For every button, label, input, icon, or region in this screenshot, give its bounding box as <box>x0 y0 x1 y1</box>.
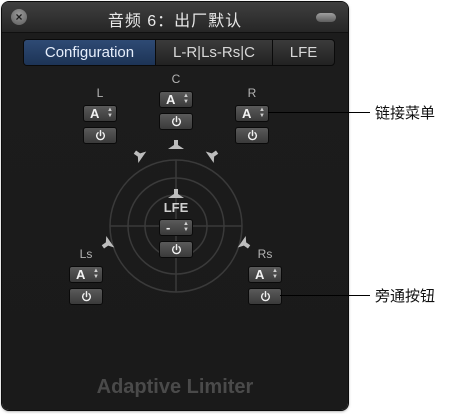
link-menu-c[interactable]: A ▲ ▼ <box>159 91 193 108</box>
up-down-arrows-icon: ▲ ▼ <box>93 268 99 280</box>
link-menu-value: A <box>166 92 176 107</box>
speaker-icon <box>101 235 115 249</box>
channel-label-rs: Rs <box>257 247 273 261</box>
power-icon <box>247 130 258 141</box>
speaker-icon <box>205 150 219 164</box>
speaker-icon <box>168 189 184 198</box>
up-down-arrows-icon: ▲ ▼ <box>107 107 113 119</box>
callout-line-link-menu <box>268 112 370 113</box>
link-menu-lfe[interactable]: - ▲ ▼ <box>159 219 193 236</box>
power-icon <box>260 291 271 302</box>
link-menu-value: A <box>76 267 86 282</box>
link-menu-value: A <box>90 106 100 121</box>
channel-label-lfe: LFE <box>163 200 189 215</box>
plugin-name: Adaptive Limiter <box>96 376 254 398</box>
channel-label-r: R <box>247 86 257 100</box>
surround-plugin-window: × 音频 6：出厂默认 Configuration L-R|Ls-Rs|C LF… <box>2 2 348 410</box>
up-down-arrows-icon: ▲ ▼ <box>272 268 278 280</box>
up-down-arrows-icon: ▲ ▼ <box>183 93 189 105</box>
link-menu-rs[interactable]: A ▲ ▼ <box>248 266 282 283</box>
callout-link-menu: 链接菜单 <box>375 105 436 122</box>
link-menu-r[interactable]: A ▲ ▼ <box>235 105 269 122</box>
link-menu-l[interactable]: A ▲ ▼ <box>83 105 117 122</box>
power-icon <box>171 244 182 255</box>
power-icon <box>95 130 106 141</box>
callout-line-bypass-button <box>280 295 370 296</box>
bypass-button-r[interactable] <box>235 127 269 144</box>
channel-label-c: C <box>171 72 181 86</box>
link-menu-value: - <box>166 220 171 235</box>
link-menu-value: A <box>255 267 265 282</box>
speaker-icon <box>168 140 184 149</box>
up-down-arrows-icon: ▲ ▼ <box>259 107 265 119</box>
link-menu-value: A <box>242 106 252 121</box>
speaker-icon <box>133 150 147 164</box>
channel-label-ls: Ls <box>79 247 93 261</box>
bypass-button-rs[interactable] <box>248 288 282 305</box>
power-icon <box>81 291 92 302</box>
bypass-button-c[interactable] <box>159 113 193 130</box>
bypass-button-ls[interactable] <box>69 288 103 305</box>
bypass-button-l[interactable] <box>83 127 117 144</box>
up-down-arrows-icon: ▲ ▼ <box>183 221 189 233</box>
bypass-button-lfe[interactable] <box>159 241 193 258</box>
channel-label-l: L <box>96 86 104 100</box>
power-icon <box>171 116 182 127</box>
link-menu-ls[interactable]: A ▲ ▼ <box>69 266 103 283</box>
callout-bypass-button: 旁通按钮 <box>375 288 436 305</box>
